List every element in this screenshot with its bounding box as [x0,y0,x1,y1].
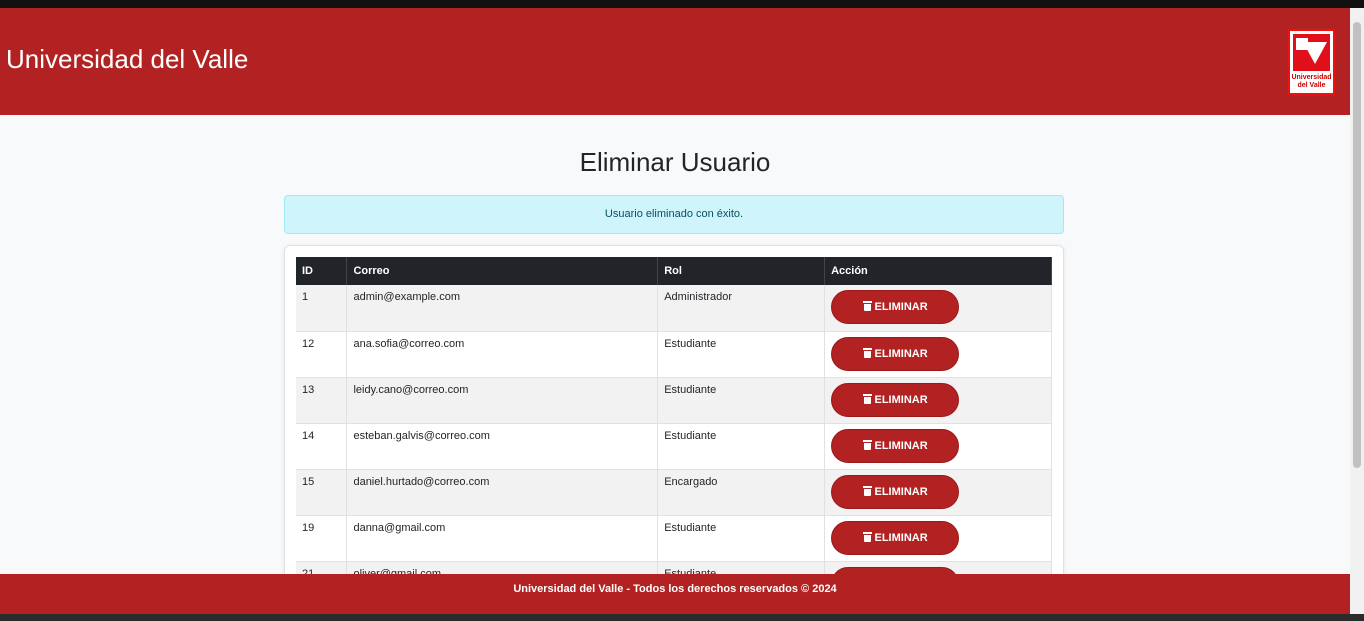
cell-accion: ELIMINAR [824,377,1052,424]
trash-icon [862,485,872,496]
cell-correo: esteban.galvis@correo.com [346,423,659,470]
cell-id: 13 [296,377,348,424]
page-scrollbar[interactable] [1350,8,1364,614]
site-header: Universidad del Valle Universidad del Va… [0,8,1350,115]
table-row: 14 esteban.galvis@correo.com Estudiante … [296,423,1052,470]
cell-correo: leidy.cano@correo.com [346,377,659,424]
cell-id: 1 [296,285,348,332]
delete-button-label: ELIMINAR [874,439,928,452]
cell-rol: Estudiante [657,423,826,470]
cell-id: 12 [296,331,348,378]
delete-button-label: ELIMINAR [874,485,928,498]
table-header-row: ID Correo Rol Acción [296,257,1052,285]
cell-accion: ELIMINAR [824,515,1052,562]
cell-correo: admin@example.com [346,285,659,332]
success-alert: Usuario eliminado con éxito. [284,195,1064,234]
logo-text: Universidad del Valle [1291,74,1332,89]
delete-user-button[interactable]: ELIMINAR [831,290,960,324]
table-row: 15 daniel.hurtado@correo.com Encargado E… [296,469,1052,516]
cell-accion: ELIMINAR [824,331,1052,378]
cell-correo: daniel.hurtado@correo.com [346,469,659,516]
cell-rol: Estudiante [657,377,826,424]
users-card: ID Correo Rol Acción 1 admin@example.com… [284,245,1064,614]
university-logo: Universidad del Valle [1288,29,1335,95]
delete-user-button[interactable]: ELIMINAR [831,428,960,463]
site-brand: Universidad del Valle [6,44,249,74]
cell-accion: ELIMINAR [824,285,1052,332]
cell-correo: ana.sofia@correo.com [346,331,659,378]
column-header-correo: Correo [346,257,659,285]
table-row: 1 admin@example.com Administrador ELIMIN… [296,285,1052,332]
column-header-id: ID [296,257,348,285]
cell-id: 19 [296,515,348,562]
trash-icon [862,439,872,450]
column-header-rol: Rol [657,257,826,285]
delete-user-button[interactable]: ELIMINAR [831,520,960,555]
cell-rol: Estudiante [657,331,826,378]
logo-mark-icon [1293,34,1330,71]
users-table: ID Correo Rol Acción 1 admin@example.com… [296,257,1052,608]
column-header-accion: Acción [824,257,1052,285]
delete-user-button[interactable]: ELIMINAR [831,336,960,371]
scrollbar-thumb[interactable] [1353,22,1361,468]
cell-rol: Encargado [657,469,826,516]
delete-button-label: ELIMINAR [874,347,928,360]
table-row: 19 danna@gmail.com Estudiante ELIMINAR [296,515,1052,562]
delete-button-label: ELIMINAR [874,301,928,313]
cell-correo: danna@gmail.com [346,515,659,562]
table-row: 13 leidy.cano@correo.com Estudiante ELIM… [296,377,1052,424]
cell-rol: Administrador [657,285,826,332]
site-footer: Universidad del Valle - Todos los derech… [0,574,1350,614]
cell-rol: Estudiante [657,515,826,562]
delete-user-button[interactable]: ELIMINAR [831,382,960,417]
cell-accion: ELIMINAR [824,469,1052,516]
page-title: Eliminar Usuario [579,147,771,177]
delete-button-label: ELIMINAR [874,531,928,544]
trash-icon [862,531,872,542]
cell-accion: ELIMINAR [824,423,1052,470]
trash-icon [862,347,872,358]
cell-id: 15 [296,469,348,516]
delete-button-label: ELIMINAR [874,393,928,406]
table-row: 12 ana.sofia@correo.com Estudiante ELIMI… [296,331,1052,378]
page-viewport: Universidad del Valle Universidad del Va… [0,8,1350,614]
delete-user-button[interactable]: ELIMINAR [831,474,960,509]
trash-icon [862,393,872,404]
trash-icon [862,301,872,311]
browser-top-strip [0,0,1364,8]
cell-id: 14 [296,423,348,470]
browser-bottom-strip [0,614,1364,621]
